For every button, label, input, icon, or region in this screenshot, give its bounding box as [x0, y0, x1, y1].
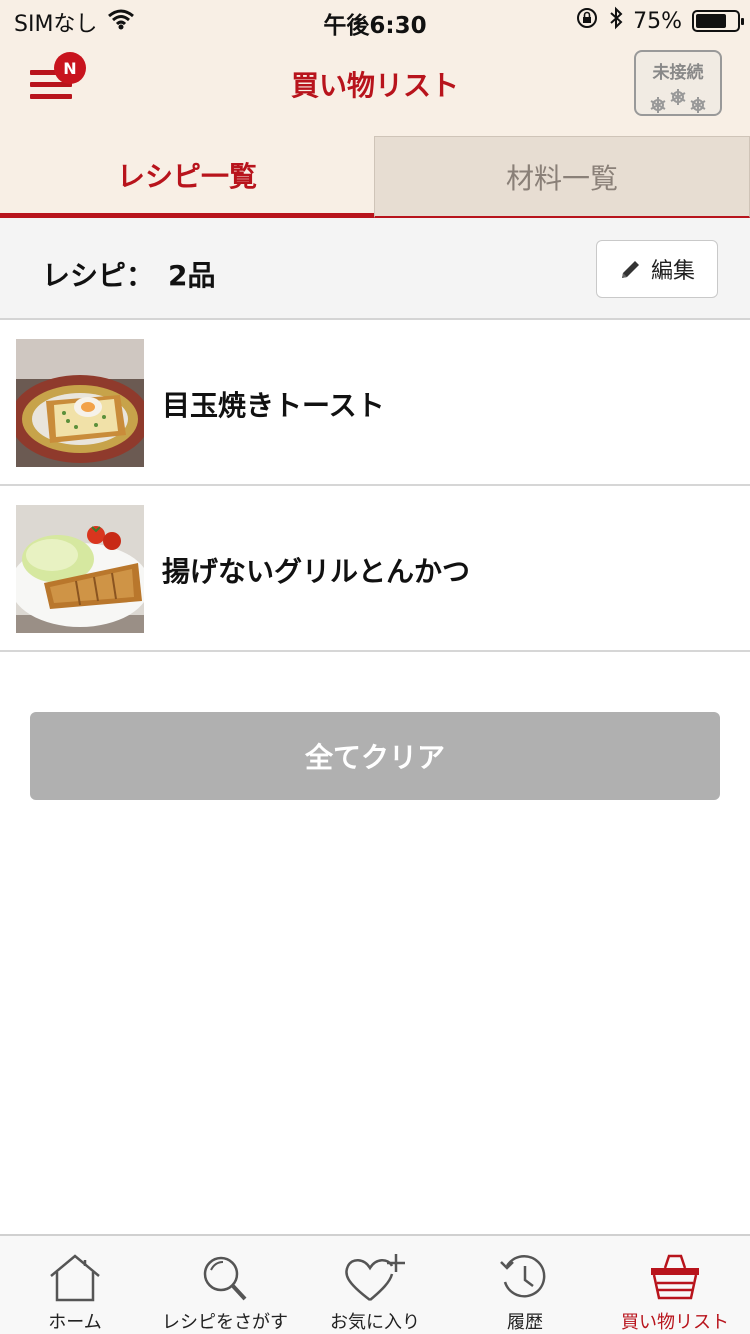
battery-cap [741, 18, 744, 25]
tab-history[interactable]: 履歴 [450, 1236, 600, 1334]
battery-fill [696, 14, 726, 28]
tab-recipe-list[interactable]: レシピ一覧 [0, 136, 374, 218]
tab-label: 履歴 [507, 1312, 543, 1333]
tab-shopping-list[interactable]: 買い物リスト [600, 1236, 750, 1334]
heart-plus-icon [345, 1254, 405, 1301]
recipe-list: 目玉焼きトースト 揚げないグリルとんかつ [0, 320, 750, 652]
recipe-thumbnail-toast [16, 339, 144, 467]
history-icon [500, 1255, 546, 1298]
home-icon [50, 1254, 100, 1302]
search-icon [203, 1256, 247, 1301]
basket-icon [651, 1254, 699, 1300]
battery-icon [692, 10, 744, 32]
tab-ingredient-list[interactable]: 材料一覧 [374, 136, 750, 218]
connection-status-label: 未接続 [652, 63, 704, 83]
recipe-count-value: 2品 [168, 259, 216, 292]
clear-all-button[interactable]: 全てクリア [30, 712, 720, 800]
tab-label: ホーム [48, 1312, 102, 1333]
recipe-name: 揚げないグリルとんかつ [162, 555, 471, 588]
orientation-lock-icon [575, 6, 599, 36]
tab-label: 買い物リスト [621, 1312, 729, 1333]
recipe-thumbnail-tonkatsu [16, 505, 144, 633]
recipe-count-label: レシピ： [42, 259, 155, 292]
header: N 買い物リスト 未接続 [0, 40, 750, 136]
connection-status-button[interactable]: 未接続 [634, 50, 722, 116]
segment-tabs: レシピ一覧 材料一覧 [0, 136, 750, 218]
battery-percent: 75% [633, 8, 682, 34]
status-bar: SIMなし 午後6:30 75% [0, 0, 750, 40]
recipe-name: 目玉焼きトースト [162, 389, 385, 422]
bottom-tab-bar: ホーム レシピをさがす お気に入り 履歴 買い物リスト [0, 1234, 750, 1334]
recipe-list-item[interactable]: 揚げないグリルとんかつ [0, 486, 750, 652]
pencil-icon [621, 261, 639, 278]
snowflake-icon [650, 89, 706, 113]
tab-home[interactable]: ホーム [0, 1236, 150, 1334]
edit-button[interactable]: 編集 [596, 240, 718, 298]
tab-label: お気に入り [330, 1312, 420, 1333]
tab-search-recipes[interactable]: レシピをさがす [150, 1236, 300, 1334]
tab-favorites[interactable]: お気に入り [300, 1236, 450, 1334]
tab-label: レシピをさがす [162, 1312, 288, 1333]
edit-label: 編集 [650, 259, 695, 284]
status-right: 75% [575, 6, 744, 36]
recipe-list-item[interactable]: 目玉焼きトースト [0, 320, 750, 486]
recipe-summary: レシピ： 2品 編集 [0, 218, 750, 320]
bluetooth-icon [609, 6, 623, 36]
